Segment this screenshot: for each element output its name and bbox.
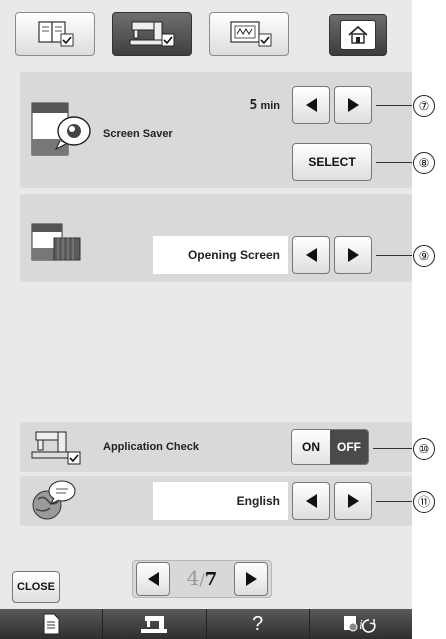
total-pages: 7 xyxy=(204,569,218,590)
tab-general-settings[interactable] xyxy=(15,12,95,56)
machine-info-button[interactable] xyxy=(103,609,207,639)
callout-8: ⑧ xyxy=(413,152,435,174)
current-page: 4 xyxy=(186,566,200,590)
callout-line-9 xyxy=(376,255,412,256)
application-check-label: Application Check xyxy=(103,441,199,453)
settings-screen: Screen Saver 5 min SELECT Opening Screen… xyxy=(0,0,412,639)
left-arrow-icon xyxy=(305,98,317,112)
screen-saver-time-number: 5 xyxy=(249,98,258,113)
settings-info-button[interactable]: i xyxy=(309,609,412,639)
screen-saver-select-button[interactable]: SELECT xyxy=(292,143,372,181)
globe-speech-icon xyxy=(32,480,76,520)
left-arrow-icon xyxy=(147,572,159,586)
screen-saver-icon xyxy=(31,102,91,156)
screen-saver-time-increase-button[interactable] xyxy=(334,86,372,124)
callout-line-8 xyxy=(376,162,412,163)
language-value: English xyxy=(153,482,288,520)
tab-embroidery-settings[interactable] xyxy=(209,12,289,56)
close-button[interactable]: CLOSE xyxy=(12,571,60,603)
opening-screen-previous-button[interactable] xyxy=(292,236,330,274)
language-next-button[interactable] xyxy=(334,482,372,520)
left-arrow-icon xyxy=(305,494,317,508)
callout-line-11 xyxy=(376,501,412,502)
next-page-button[interactable] xyxy=(234,562,268,596)
language-previous-button[interactable] xyxy=(292,482,330,520)
callout-7: ⑦ xyxy=(413,95,435,117)
bottom-toolbar: ? i xyxy=(0,609,412,639)
application-check-icon xyxy=(31,431,81,465)
callout-10: ⑩ xyxy=(413,438,435,460)
application-check-off-option[interactable]: OFF xyxy=(330,430,368,464)
sewing-machine-settings-icon xyxy=(129,21,175,47)
help-button[interactable]: ? xyxy=(206,609,310,639)
screen-saver-label: Screen Saver xyxy=(103,128,173,140)
opening-screen-icon xyxy=(31,223,81,261)
right-arrow-icon xyxy=(245,572,257,586)
home-icon xyxy=(348,25,368,44)
callout-line-10 xyxy=(373,448,412,449)
page-indicator: 4/7 xyxy=(186,566,218,590)
sewing-machine-icon xyxy=(141,616,168,633)
callout-line-7 xyxy=(376,105,412,106)
callout-9: ⑨ xyxy=(413,245,435,267)
screen-saver-time-decrease-button[interactable] xyxy=(292,86,330,124)
opening-screen-next-button[interactable] xyxy=(334,236,372,274)
previous-page-button[interactable] xyxy=(136,562,170,596)
opening-screen-value: Opening Screen xyxy=(153,236,288,274)
right-arrow-icon xyxy=(347,98,359,112)
application-check-toggle[interactable]: ON OFF xyxy=(291,429,369,465)
right-arrow-icon xyxy=(347,494,359,508)
screen-saver-time-unit: min xyxy=(260,100,280,112)
document-button[interactable] xyxy=(0,609,104,639)
settings-page-book-icon xyxy=(38,21,74,47)
settings-info-icon: i xyxy=(343,616,376,633)
left-arrow-icon xyxy=(305,248,317,262)
embroidery-settings-icon xyxy=(230,21,272,47)
tab-machine-settings[interactable] xyxy=(112,12,192,56)
document-icon xyxy=(43,613,60,635)
screen-saver-time-value: 5 min xyxy=(240,98,280,113)
callout-11: ⑪ xyxy=(413,491,435,513)
right-arrow-icon xyxy=(347,248,359,262)
application-check-on-option[interactable]: ON xyxy=(292,430,330,464)
home-button[interactable] xyxy=(329,14,387,56)
